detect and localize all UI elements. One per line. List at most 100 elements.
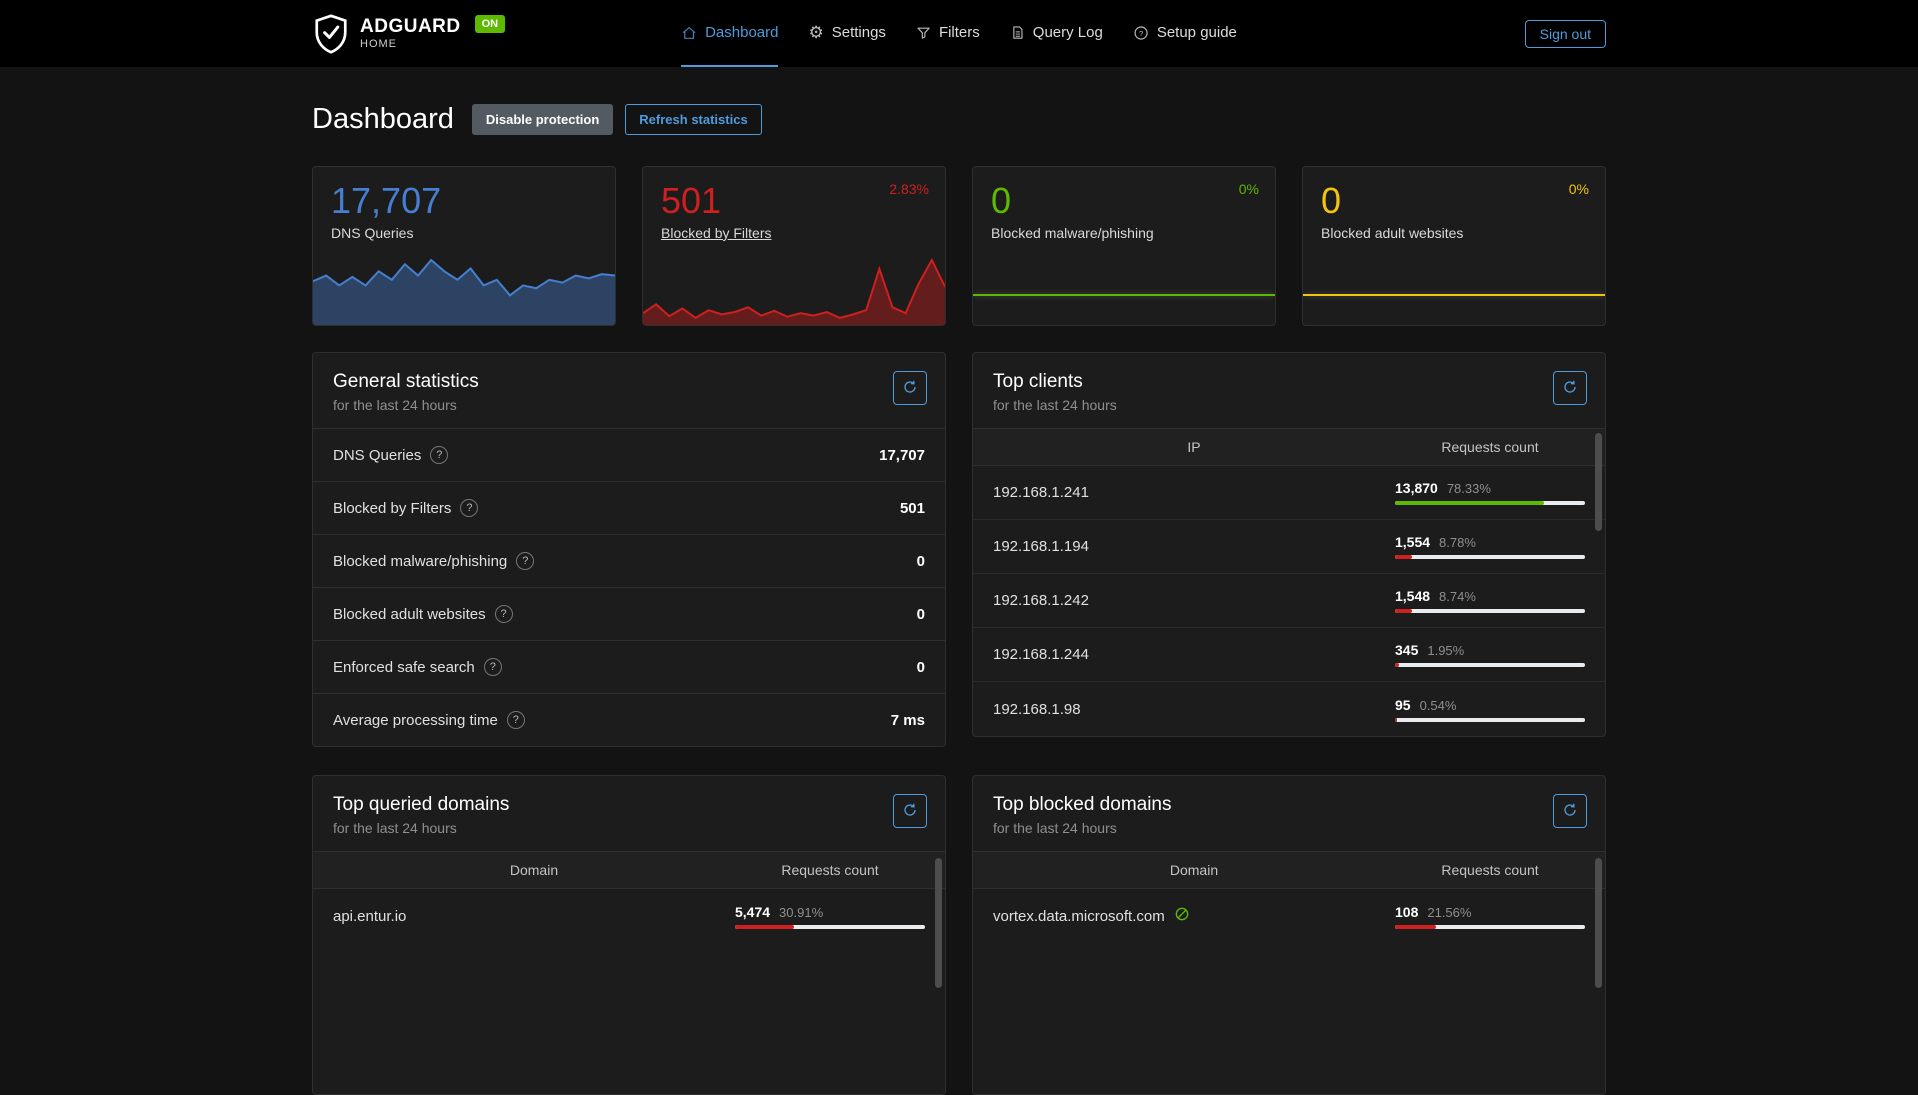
client-ip[interactable]: 192.168.1.244 xyxy=(993,646,1089,663)
col-header-domain: Domain xyxy=(333,862,735,878)
top-blocked-table-header: Domain Requests count xyxy=(973,851,1605,889)
blocked-malware-label: Blocked malware/phishing xyxy=(991,225,1257,241)
help-icon[interactable]: ? xyxy=(460,499,478,517)
nav-item-label: Query Log xyxy=(1033,24,1103,41)
nav-item-label: Settings xyxy=(832,24,886,41)
general-statistics-refresh-button[interactable] xyxy=(893,371,927,405)
stat-cards-row: 17,707 DNS Queries 501 Blocked by Filter… xyxy=(312,166,1606,326)
stat-label: Average processing time xyxy=(333,712,498,729)
help-icon[interactable]: ? xyxy=(430,446,448,464)
request-percent: 21.56% xyxy=(1427,905,1471,920)
question-circle-icon: ? xyxy=(1133,25,1149,41)
stat-value: 7 ms xyxy=(891,712,925,729)
col-header-requests-count: Requests count xyxy=(735,862,925,878)
request-bar xyxy=(1395,555,1585,559)
stat-value: 17,707 xyxy=(879,447,925,464)
request-count: 345 xyxy=(1395,642,1418,658)
scrollbar-thumb[interactable] xyxy=(1595,858,1602,988)
col-header-ip: IP xyxy=(993,439,1395,455)
nav-item-setup-guide[interactable]: ? Setup guide xyxy=(1133,0,1237,67)
client-ip[interactable]: 192.168.1.98 xyxy=(993,701,1081,718)
disable-protection-button[interactable]: Disable protection xyxy=(472,104,613,135)
request-count: 108 xyxy=(1395,904,1418,920)
general-statistics-subtitle: for the last 24 hours xyxy=(333,397,925,413)
sign-out-button[interactable]: Sign out xyxy=(1525,20,1606,48)
top-blocked-rows: vortex.data.microsoft.com 108 21.56% xyxy=(973,889,1605,943)
nav-item-filters[interactable]: Filters xyxy=(916,0,980,67)
stat-value: 0 xyxy=(917,606,925,623)
request-bar xyxy=(1395,501,1585,505)
stat-label: Blocked malware/phishing xyxy=(333,553,507,570)
request-percent: 8.78% xyxy=(1439,535,1476,550)
nav-item-dashboard[interactable]: Dashboard xyxy=(681,0,778,67)
refresh-icon xyxy=(902,802,918,821)
refresh-icon xyxy=(1562,379,1578,398)
request-count: 95 xyxy=(1395,697,1411,713)
domain-name[interactable]: api.entur.io xyxy=(333,908,406,925)
domain-row: vortex.data.microsoft.com 108 21.56% xyxy=(973,889,1605,943)
stat-row-avg-processing-time: Average processing time? 7 ms xyxy=(313,693,945,746)
nav-item-query-log[interactable]: Query Log xyxy=(1010,0,1103,67)
stat-row-dns-queries: DNS Queries? 17,707 xyxy=(313,428,945,481)
stat-label: Blocked adult websites xyxy=(333,606,486,623)
stat-card-dns-queries: 17,707 DNS Queries xyxy=(312,166,616,326)
stat-value: 0 xyxy=(917,553,925,570)
domain-name[interactable]: vortex.data.microsoft.com xyxy=(993,908,1165,925)
stat-card-blocked-adult: 0 Blocked adult websites 0% xyxy=(1302,166,1606,326)
dashboard-icon xyxy=(681,25,697,41)
request-bar xyxy=(1395,718,1585,722)
col-header-requests-count: Requests count xyxy=(1395,439,1585,455)
top-queried-rows: api.entur.io 5,474 30.91% xyxy=(313,889,945,943)
request-bar xyxy=(1395,663,1585,667)
client-ip[interactable]: 192.168.1.242 xyxy=(993,592,1089,609)
request-percent: 1.95% xyxy=(1427,643,1464,658)
blocked-malware-sparkline xyxy=(973,255,1275,325)
nav-item-label: Filters xyxy=(939,24,980,41)
stat-card-blocked-by-filters: 501 Blocked by Filters 2.83% xyxy=(642,166,946,326)
dns-queries-label: DNS Queries xyxy=(331,225,597,241)
help-icon[interactable]: ? xyxy=(495,605,513,623)
client-ip[interactable]: 192.168.1.241 xyxy=(993,484,1089,501)
allowlist-slash-icon[interactable] xyxy=(1174,906,1190,926)
client-ip[interactable]: 192.168.1.194 xyxy=(993,538,1089,555)
request-percent: 30.91% xyxy=(779,905,823,920)
nav-item-settings[interactable]: ⚙ Settings xyxy=(808,0,885,67)
top-clients-title: Top clients xyxy=(993,371,1585,393)
blocked-filters-link[interactable]: Blocked by Filters xyxy=(661,225,927,241)
top-queried-title: Top queried domains xyxy=(333,794,925,816)
help-icon[interactable]: ? xyxy=(516,552,534,570)
client-row: 192.168.1.244 345 1.95% xyxy=(973,628,1605,682)
top-blocked-refresh-button[interactable] xyxy=(1553,794,1587,828)
stat-card-blocked-malware: 0 Blocked malware/phishing 0% xyxy=(972,166,1276,326)
general-statistics-rows: DNS Queries? 17,707 Blocked by Filters? … xyxy=(313,428,945,746)
blocked-adult-sparkline xyxy=(1303,255,1605,325)
brand[interactable]: ADGUARD HOME ON xyxy=(312,13,505,55)
request-bar xyxy=(1395,609,1585,613)
help-icon[interactable]: ? xyxy=(484,658,502,676)
general-statistics-card: General statistics for the last 24 hours… xyxy=(312,352,946,747)
top-clients-refresh-button[interactable] xyxy=(1553,371,1587,405)
top-queried-refresh-button[interactable] xyxy=(893,794,927,828)
domain-row: api.entur.io 5,474 30.91% xyxy=(313,889,945,943)
client-row: 192.168.1.242 1,548 8.74% xyxy=(973,574,1605,628)
scrollbar-thumb[interactable] xyxy=(1595,433,1602,531)
gear-icon: ⚙ xyxy=(808,24,823,41)
stat-row-safe-search: Enforced safe search? 0 xyxy=(313,640,945,693)
top-blocked-domains-card: Top blocked domains for the last 24 hour… xyxy=(972,775,1606,1095)
blocked-adult-value: 0 xyxy=(1321,181,1587,221)
blocked-malware-value: 0 xyxy=(991,181,1257,221)
request-count: 13,870 xyxy=(1395,480,1438,496)
refresh-icon xyxy=(1562,802,1578,821)
main-content: Dashboard Disable protection Refresh sta… xyxy=(312,103,1606,1095)
refresh-statistics-button[interactable]: Refresh statistics xyxy=(625,104,761,135)
help-icon[interactable]: ? xyxy=(507,711,525,729)
request-percent: 78.33% xyxy=(1447,481,1491,496)
scrollbar-thumb[interactable] xyxy=(935,858,942,988)
request-percent: 8.74% xyxy=(1439,589,1476,604)
request-percent: 0.54% xyxy=(1420,698,1457,713)
general-statistics-title: General statistics xyxy=(333,371,925,393)
request-count: 5,474 xyxy=(735,904,770,920)
request-count: 1,548 xyxy=(1395,588,1430,604)
request-bar xyxy=(1395,925,1585,929)
stat-row-blocked-adult: Blocked adult websites? 0 xyxy=(313,587,945,640)
